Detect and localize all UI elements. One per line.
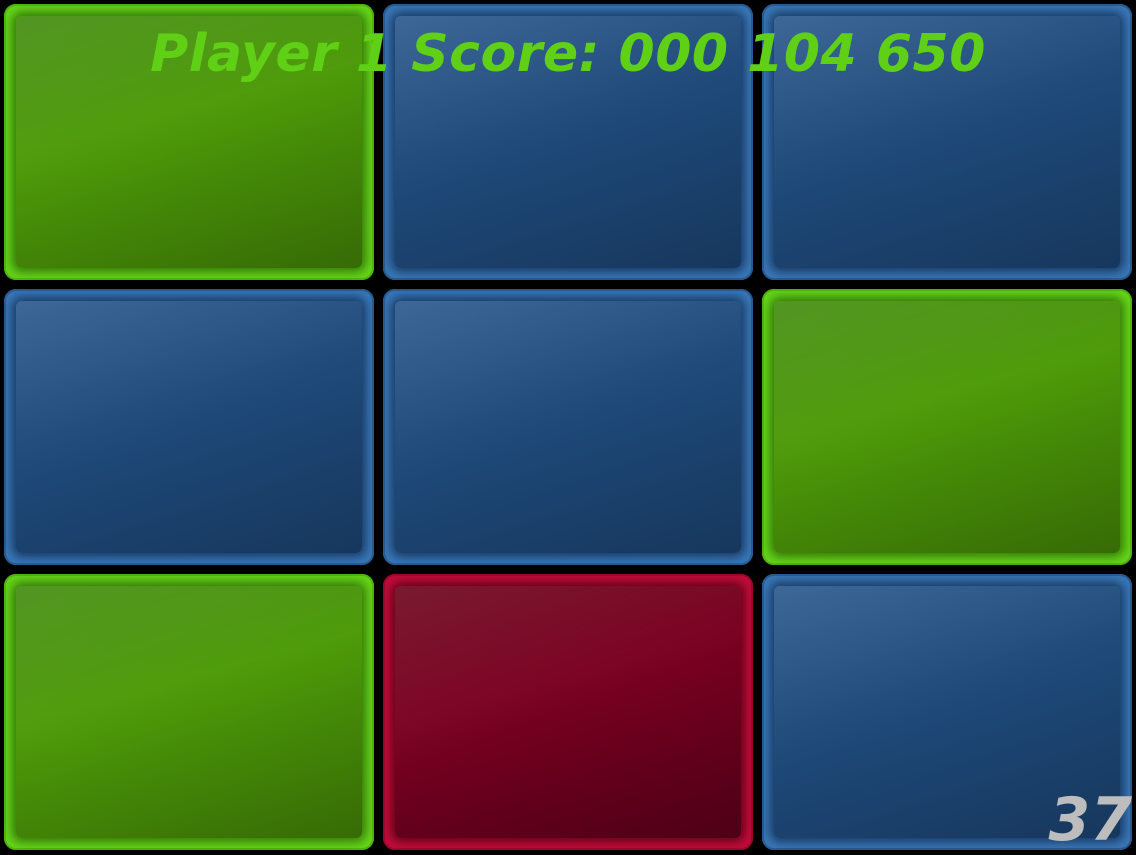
tile-r1-c2[interactable] xyxy=(383,4,753,280)
tile-r3-c2[interactable] xyxy=(383,574,753,850)
tile-r1-c3[interactable] xyxy=(762,4,1132,280)
tile-r1-c1[interactable] xyxy=(4,4,374,280)
tile-r2-c2[interactable] xyxy=(383,289,753,565)
tile-r2-c3[interactable] xyxy=(762,289,1132,565)
tile-r2-c1[interactable] xyxy=(4,289,374,565)
tile-r3-c3[interactable] xyxy=(762,574,1132,850)
tile-r3-c1[interactable] xyxy=(4,574,374,850)
game-board xyxy=(0,0,1136,852)
